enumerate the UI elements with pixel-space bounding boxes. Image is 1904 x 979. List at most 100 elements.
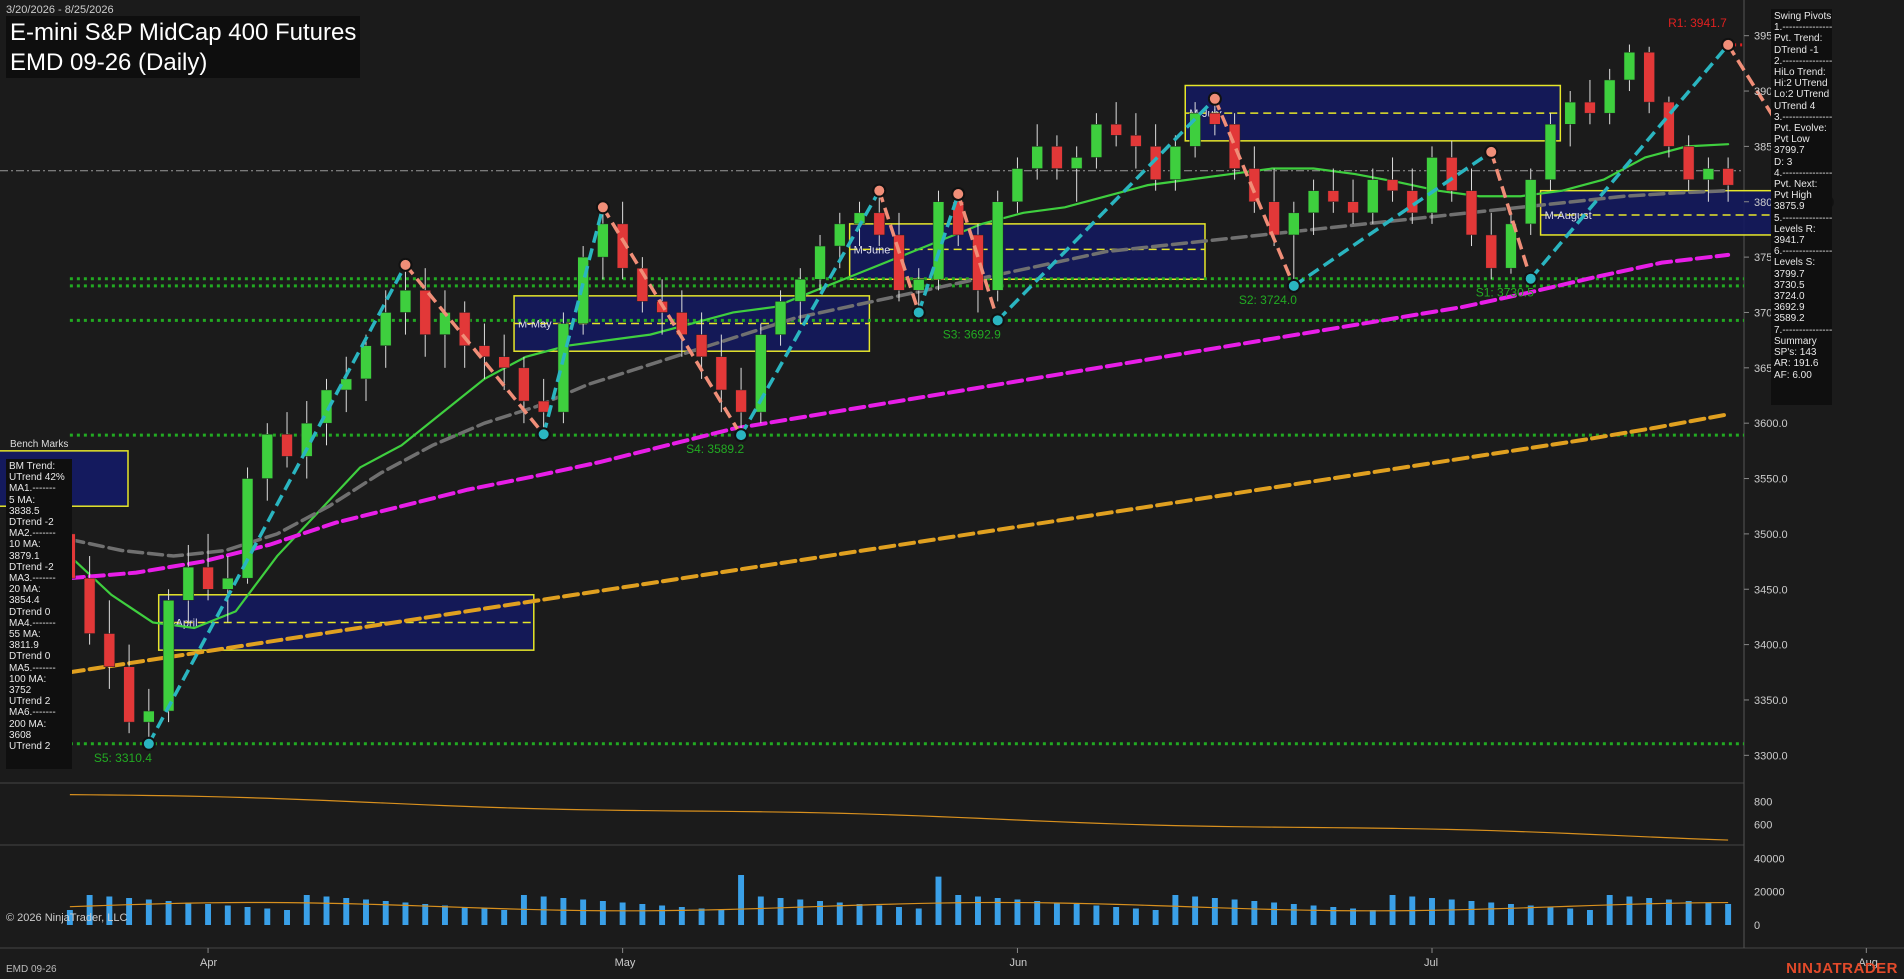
benchmark-line: 10 MA: bbox=[9, 539, 41, 551]
candle bbox=[1090, 124, 1103, 158]
swing-panel-line: Levels S: bbox=[1774, 257, 1816, 269]
candle bbox=[1347, 201, 1359, 214]
benchmark-line: 3879.1 bbox=[9, 550, 40, 562]
swing-panel-line: 5.--------------- bbox=[1774, 212, 1833, 224]
footer-symbol: EMD 09-26 bbox=[6, 964, 57, 975]
candle bbox=[992, 201, 1004, 291]
chart-grid bbox=[0, 0, 1904, 949]
swing-panel-line: 2.--------------- bbox=[1774, 55, 1833, 67]
benchmark-line: MA5.------- bbox=[9, 662, 56, 674]
swing-panel-line: D: 3 bbox=[1774, 156, 1793, 168]
candle bbox=[557, 323, 570, 413]
benchmark-line: MA6.------- bbox=[9, 707, 56, 719]
candle bbox=[1426, 157, 1438, 214]
candle bbox=[103, 633, 116, 667]
swing-panel-line: Swing Pivots bbox=[1774, 11, 1832, 22]
price-tick-label: 3550.0 bbox=[1754, 474, 1788, 486]
candle bbox=[1307, 190, 1320, 214]
candle bbox=[1722, 168, 1734, 186]
candle bbox=[1288, 212, 1300, 236]
candle bbox=[399, 290, 412, 313]
volume-panel: 0 20000 40000 bbox=[66, 853, 1785, 932]
swing-panel-line: 3799.7 bbox=[1774, 145, 1805, 157]
candle bbox=[419, 290, 431, 335]
swing-pivots-panel: Swing Pivots 1.--------------- Pvt. Trend:… bbox=[1771, 9, 1832, 405]
candle bbox=[735, 389, 747, 413]
candle bbox=[1465, 190, 1478, 236]
benchmark-line: 5 MA: bbox=[9, 494, 36, 506]
candle bbox=[261, 434, 273, 479]
candle bbox=[281, 434, 293, 457]
candle bbox=[1189, 112, 1201, 147]
volume-tick-label: 20000 bbox=[1754, 887, 1785, 899]
price-tick-label: 3400.0 bbox=[1754, 640, 1788, 652]
swing-panel-line: Lo:2 UTrend bbox=[1774, 89, 1830, 101]
swing-low-marker bbox=[911, 305, 926, 320]
candle bbox=[1268, 201, 1280, 236]
candle bbox=[1623, 52, 1636, 81]
swing-high-marker bbox=[1484, 144, 1499, 159]
swing-panel-line: DTrend -1 bbox=[1774, 44, 1819, 56]
candle bbox=[537, 400, 550, 413]
candle bbox=[1110, 124, 1122, 136]
candle bbox=[143, 710, 155, 723]
candle bbox=[340, 378, 352, 391]
benchmark-line: MA4.------- bbox=[9, 617, 56, 629]
swing-high-marker bbox=[1721, 37, 1736, 52]
swing-panel-line: 3.--------------- bbox=[1774, 111, 1833, 123]
swing-high-marker bbox=[398, 257, 413, 272]
candle bbox=[695, 334, 708, 358]
candle bbox=[1169, 146, 1182, 180]
candle bbox=[1130, 135, 1142, 147]
candle bbox=[794, 279, 806, 302]
swing-panel-line: 6.--------------- bbox=[1774, 246, 1833, 258]
date-range: 3/20/2026 - 8/25/2026 bbox=[6, 4, 114, 16]
candle bbox=[518, 367, 530, 402]
candle bbox=[597, 223, 609, 258]
swing-panel-line: 7.--------------- bbox=[1774, 324, 1833, 336]
swing-panel-line: Pvt. Trend: bbox=[1774, 33, 1823, 45]
swing-panel-line: Pvt Low bbox=[1774, 134, 1810, 146]
benchmark-line: 200 MA: bbox=[9, 718, 47, 730]
swing-panel-line: Summary bbox=[1774, 335, 1817, 347]
candle bbox=[913, 279, 925, 291]
candle bbox=[380, 312, 392, 346]
price-tick-label: 3300.0 bbox=[1754, 750, 1788, 762]
benchmark-line: 3854.4 bbox=[9, 595, 40, 607]
swing-low-marker bbox=[1523, 271, 1538, 286]
candle bbox=[83, 577, 96, 634]
swing-level-label: S1: 3730.5 bbox=[1476, 286, 1534, 300]
benchmark-line: MA3.------- bbox=[9, 573, 56, 585]
swing-panel-line: Pvt. Next: bbox=[1774, 179, 1818, 191]
time-tick-label: Jul bbox=[1424, 957, 1438, 969]
swing-level-label: S4: 3589.2 bbox=[686, 442, 744, 456]
swing-panel-line: HiLo Trend: bbox=[1774, 67, 1826, 79]
price-tick-label: 3350.0 bbox=[1754, 695, 1788, 707]
monthly-boxes: M-AprilM-MayM-JuneM-JulyM-August bbox=[0, 84, 1818, 651]
swing-high-marker bbox=[872, 183, 887, 198]
swing-low-marker bbox=[990, 313, 1005, 328]
swing-panel-line: 3692.9 bbox=[1774, 302, 1805, 314]
swing-panel-line: Pvt. Evolve: bbox=[1774, 123, 1827, 135]
swing-level-label: S3: 3692.9 bbox=[943, 327, 1001, 341]
benchmarks-panel: BM Trend: UTrend 42% MA1.------- 5 MA: 3838.… bbox=[6, 459, 72, 769]
candle bbox=[1643, 52, 1655, 103]
swing-panel-line: 3941.7 bbox=[1774, 235, 1805, 247]
benchmark-line: 100 MA: bbox=[9, 673, 47, 685]
candle bbox=[360, 345, 372, 380]
swing-level-label: S5: 3310.4 bbox=[94, 751, 152, 765]
candle bbox=[814, 245, 826, 280]
benchmark-line: MA2.------- bbox=[9, 528, 56, 540]
benchmark-line: DTrend -2 bbox=[9, 561, 54, 573]
swing-panel-line: Levels R: bbox=[1774, 223, 1816, 235]
time-axis: Apr May Jun Jul Aug bbox=[200, 948, 1878, 969]
swing-panel-line: 4.--------------- bbox=[1774, 167, 1833, 179]
price-chart[interactable]: M-AprilM-MayM-JuneM-JulyM-August S5: 331… bbox=[0, 0, 1904, 979]
chart-title: E-mini S&P MidCap 400 Futures bbox=[10, 19, 357, 46]
benchmark-line: 55 MA: bbox=[9, 629, 41, 641]
time-tick-label: Jun bbox=[1009, 957, 1027, 969]
swing-high-marker bbox=[595, 200, 610, 215]
candle bbox=[1070, 157, 1083, 169]
candle bbox=[834, 223, 846, 247]
candle bbox=[182, 566, 194, 601]
